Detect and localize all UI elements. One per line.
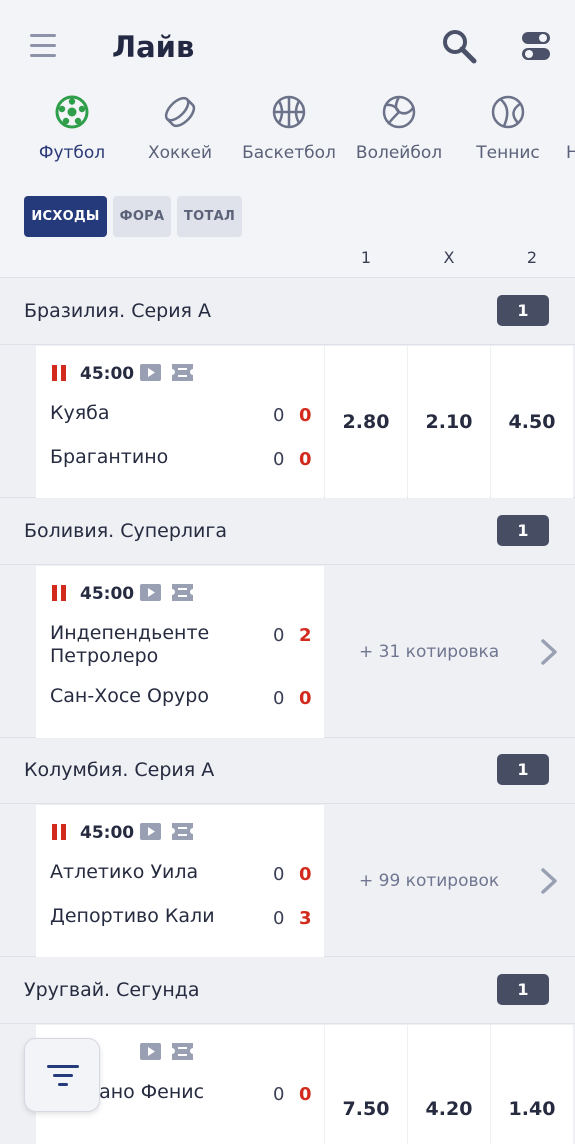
home-score: 0 xyxy=(273,625,285,646)
home-score: 0 xyxy=(273,1084,285,1105)
away-team: Депортиво Кали xyxy=(50,905,215,927)
league-header[interactable]: Бразилия. Серия А 1 xyxy=(0,279,575,345)
league-header[interactable]: Боливия. Суперлига 1 xyxy=(0,499,575,565)
column-header-1: 1 xyxy=(360,248,372,267)
toggle-settings-icon[interactable] xyxy=(521,30,551,62)
tab-tennis[interactable]: Теннис xyxy=(470,90,546,180)
more-odds-label: + 31 котировка xyxy=(359,642,500,662)
hamburger-menu-icon[interactable] xyxy=(30,34,56,57)
ticket-icon xyxy=(172,823,193,840)
league-count-badge: 1 xyxy=(497,754,549,785)
ticket-icon xyxy=(172,364,193,381)
league-name: Уругвай. Сегунда xyxy=(24,979,200,1001)
ticket-icon xyxy=(172,1043,193,1060)
odd-x-button[interactable]: 4.20 xyxy=(408,1025,490,1144)
filter-outcomes[interactable]: ИСХОДЫ xyxy=(24,196,107,237)
market-filters: ИСХОДЫ ФОРА ТОТАЛ 1 X 2 xyxy=(0,180,575,278)
away-score: 0 xyxy=(273,908,285,929)
match-row[interactable]: 45:00 Атлетико Уила Депортиво Кали 0 0 0… xyxy=(0,805,575,957)
away-team: Брагантино xyxy=(50,446,169,468)
sports-tabs: Футбол Хоккей Баскетбол Волейбол Теннис … xyxy=(0,90,575,180)
league-header[interactable]: Уругвай. Сегунда 1 xyxy=(0,958,575,1024)
column-header-2: 2 xyxy=(526,248,538,267)
filter-handicap[interactable]: ФОРА xyxy=(113,196,171,237)
pause-icon xyxy=(52,824,66,840)
page-title: Лайв xyxy=(112,30,195,64)
home-live-score: 0 xyxy=(299,405,312,426)
league-header[interactable]: Колумбия. Серия А 1 xyxy=(0,738,575,804)
match-time: 45:00 xyxy=(80,823,135,843)
tab-label: Теннис xyxy=(476,143,540,163)
league-count-badge: 1 xyxy=(497,295,549,326)
video-icon xyxy=(140,584,161,601)
video-icon xyxy=(140,364,161,381)
tab-label: Волейбол xyxy=(355,143,443,163)
league-name: Бразилия. Серия А xyxy=(24,300,212,322)
away-score: 0 xyxy=(273,449,285,470)
tab-label: Баскетбол xyxy=(242,143,336,163)
league-count-badge: 1 xyxy=(497,974,549,1005)
match-row[interactable]: 45:00 Куяба Брагантино 0 0 0 0 2.80 2.10… xyxy=(0,346,575,498)
video-icon xyxy=(140,1043,161,1060)
match-time: 45:00 xyxy=(80,364,135,384)
odd-x-button[interactable]: 2.10 xyxy=(408,346,490,498)
odd-2-button[interactable]: 4.50 xyxy=(491,346,573,498)
more-odds-link[interactable]: + 31 котировка xyxy=(325,566,575,738)
search-icon[interactable] xyxy=(441,28,477,64)
tab-next-sport[interactable]: Н xyxy=(566,90,575,180)
home-team: Куяба xyxy=(50,402,110,424)
tab-label: Футбол xyxy=(38,143,106,163)
home-live-score: 0 xyxy=(299,1084,312,1105)
match-row[interactable]: 45:00 Индепендьенте Петролеро Сан-Хосе О… xyxy=(0,566,575,738)
volleyball-icon xyxy=(382,95,416,129)
column-header-x: X xyxy=(443,248,455,267)
filter-icon xyxy=(47,1065,79,1086)
odd-2-button[interactable]: 1.40 xyxy=(491,1025,573,1144)
away-live-score: 0 xyxy=(299,449,312,470)
tab-label: Н xyxy=(566,143,575,163)
video-icon xyxy=(140,823,161,840)
match-time: 45:00 xyxy=(80,584,135,604)
ticket-icon xyxy=(172,584,193,601)
tab-basketball[interactable]: Баскетбол xyxy=(240,90,338,180)
pause-icon xyxy=(52,585,66,601)
home-team: Атлетико Уила xyxy=(50,861,199,883)
away-score: 0 xyxy=(273,688,285,709)
more-odds-label: + 99 котировок xyxy=(359,871,500,891)
match-info[interactable]: 45:00 Куяба Брагантино 0 0 0 0 xyxy=(36,346,324,498)
league-name: Колумбия. Серия А xyxy=(24,759,215,781)
home-live-score: 0 xyxy=(299,864,312,885)
away-team: Сан-Хосе Оруро xyxy=(50,685,209,707)
pause-icon xyxy=(52,365,66,381)
hockey-puck-icon xyxy=(164,96,196,128)
league-count-badge: 1 xyxy=(497,515,549,546)
tab-hockey[interactable]: Хоккей xyxy=(140,90,220,180)
match-info[interactable]: 45:00 Атлетико Уила Депортиво Кали 0 0 0… xyxy=(36,805,324,957)
league-name: Боливия. Суперлига xyxy=(24,520,228,542)
tab-volleyball[interactable]: Волейбол xyxy=(352,90,446,180)
chevron-right-icon xyxy=(541,868,557,894)
more-odds-link[interactable]: + 99 котировок xyxy=(325,805,575,957)
tab-label: Хоккей xyxy=(147,143,213,163)
home-score: 0 xyxy=(273,405,285,426)
top-bar: Лайв xyxy=(0,0,575,90)
chevron-right-icon xyxy=(541,639,557,665)
away-live-score: 0 xyxy=(299,688,312,709)
odd-1-button[interactable]: 2.80 xyxy=(325,346,407,498)
filter-button[interactable] xyxy=(24,1038,100,1112)
basketball-icon xyxy=(272,95,306,129)
tennis-icon xyxy=(491,95,525,129)
home-live-score: 2 xyxy=(299,625,312,646)
tab-football[interactable]: Футбол xyxy=(32,90,112,180)
away-live-score: 3 xyxy=(299,908,312,929)
filter-total[interactable]: ТОТАЛ xyxy=(177,196,242,237)
match-info[interactable]: 45:00 Индепендьенте Петролеро Сан-Хосе О… xyxy=(36,566,324,738)
home-score: 0 xyxy=(273,864,285,885)
football-icon xyxy=(55,95,89,129)
home-team: Индепендьенте Петролеро xyxy=(50,622,210,667)
odd-1-button[interactable]: 7.50 xyxy=(325,1025,407,1144)
